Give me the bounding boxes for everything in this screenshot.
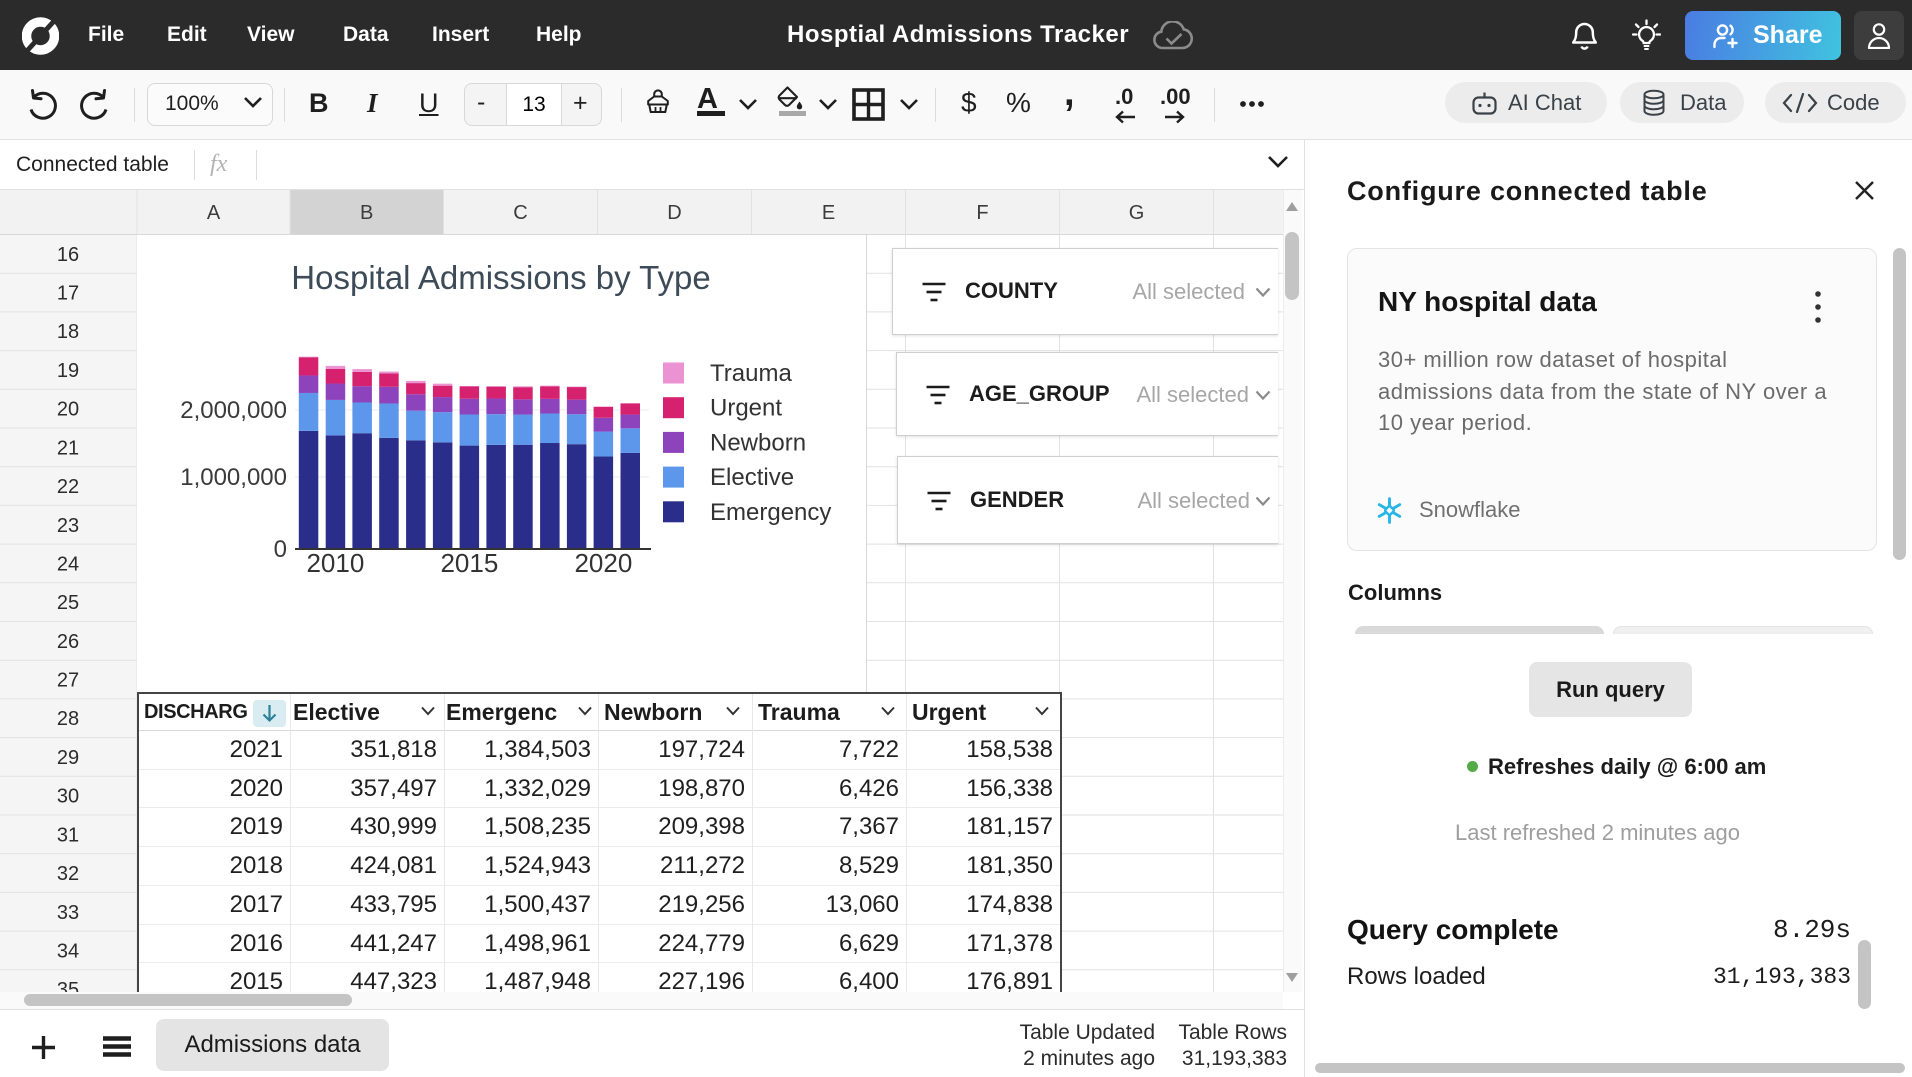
svg-text:Elective: Elective <box>710 464 794 491</box>
svg-text:1,000,000: 1,000,000 <box>180 464 287 491</box>
svg-text:21: 21 <box>57 437 79 459</box>
svg-text:25: 25 <box>57 592 79 614</box>
svg-text:Trauma: Trauma <box>710 360 792 387</box>
svg-text:16: 16 <box>57 244 79 266</box>
svg-text:D: D <box>667 202 681 224</box>
svg-text:Newborn: Newborn <box>710 429 806 456</box>
svg-text:23: 23 <box>57 515 79 537</box>
svg-text:2,000,000: 2,000,000 <box>180 397 287 424</box>
svg-text:2010: 2010 <box>306 548 364 578</box>
svg-text:0: 0 <box>274 536 287 563</box>
svg-text:28: 28 <box>57 708 79 730</box>
svg-text:31: 31 <box>57 824 79 846</box>
svg-text:B: B <box>360 202 373 224</box>
svg-text:2015: 2015 <box>440 548 498 578</box>
svg-text:F: F <box>976 202 988 224</box>
svg-text:35: 35 <box>57 979 79 992</box>
svg-text:30: 30 <box>57 786 79 808</box>
svg-text:E: E <box>822 202 835 224</box>
svg-text:26: 26 <box>57 631 79 653</box>
svg-text:G: G <box>1129 202 1145 224</box>
svg-text:Emergency: Emergency <box>710 499 831 526</box>
svg-text:Hospital Admissions by Type: Hospital Admissions by Type <box>291 259 710 296</box>
svg-text:24: 24 <box>57 554 79 576</box>
svg-text:17: 17 <box>57 283 79 305</box>
svg-text:27: 27 <box>57 670 79 692</box>
svg-text:C: C <box>513 202 527 224</box>
svg-text:32: 32 <box>57 863 79 885</box>
svg-text:2020: 2020 <box>574 548 632 578</box>
svg-text:A: A <box>207 202 221 224</box>
svg-text:18: 18 <box>57 321 79 343</box>
svg-text:19: 19 <box>57 360 79 382</box>
svg-text:Urgent: Urgent <box>710 395 782 422</box>
svg-text:33: 33 <box>57 902 79 924</box>
svg-text:22: 22 <box>57 476 79 498</box>
svg-text:34: 34 <box>57 941 79 963</box>
svg-text:20: 20 <box>57 399 79 421</box>
svg-text:29: 29 <box>57 747 79 769</box>
